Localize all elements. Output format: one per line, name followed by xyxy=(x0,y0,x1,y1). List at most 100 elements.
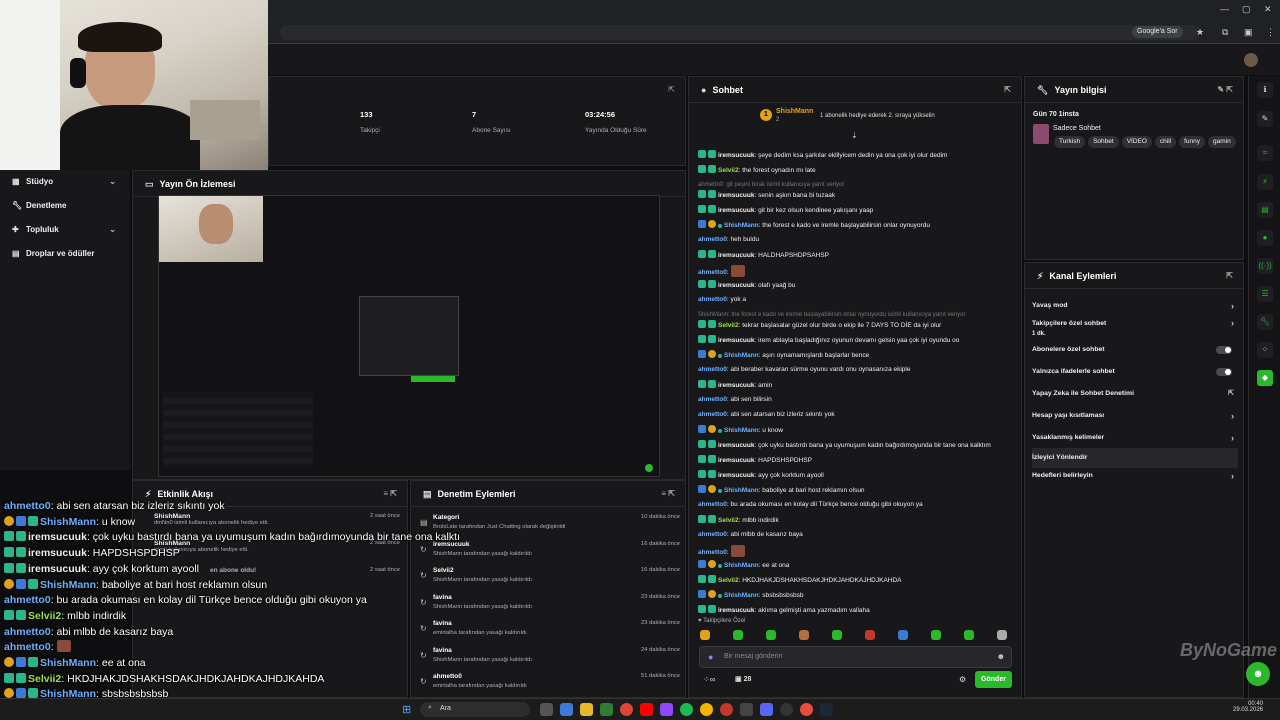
chat-bubble-icon[interactable]: ● xyxy=(1257,230,1273,246)
channel-action-item[interactable]: Yavaş mod › xyxy=(1032,296,1238,316)
extensions-icon[interactable]: ⧉ xyxy=(1222,27,1228,38)
popout-icon[interactable]: ⇱ xyxy=(668,85,675,94)
broadcast-icon[interactable]: ((·)) xyxy=(1257,258,1273,274)
chat-message[interactable]: ahmetto0: xyxy=(698,545,745,558)
chat-message[interactable]: iremsucuuk: HALDHAPSHDPSAHSP xyxy=(698,250,829,261)
bolt-icon[interactable]: ⚡︎ xyxy=(1257,174,1273,190)
pencil-icon[interactable]: ✎ xyxy=(1257,111,1273,127)
green-app-icon[interactable]: ◆ xyxy=(1257,370,1273,386)
chat-username[interactable]: Selvii2 xyxy=(718,517,739,524)
chat-username[interactable]: iremsucuuk xyxy=(718,252,755,259)
nav-item-drops[interactable]: ▤ Droplar ve ödüller xyxy=(0,242,130,266)
chat-message[interactable]: iremsucuuk: aklıma gelmişti ama yazmadım… xyxy=(698,605,870,616)
chrome-alt-icon[interactable] xyxy=(700,703,713,716)
chat-message[interactable]: ShishMann: sbsbsbsbsbsb xyxy=(698,590,804,601)
discord-icon[interactable] xyxy=(760,703,773,716)
app-red2-icon[interactable] xyxy=(800,703,813,716)
chat-username[interactable]: iremsucuuk xyxy=(718,337,755,344)
chat-message[interactable]: iremsucuuk: senin aşkın bana bi tuzaak xyxy=(698,190,835,201)
chat-message[interactable]: Selvii2: the forest oynadın mı late xyxy=(698,165,816,176)
chat-message[interactable]: ShishMann: aşırı oynamamışlardı başlarla… xyxy=(698,350,869,361)
chat-message[interactable]: ahmetto0: abi mlbb de kasarız baya xyxy=(698,530,803,540)
chat-message[interactable]: Selvii2: tekrar başlasalar güzel olur bi… xyxy=(698,320,941,331)
emote-icon[interactable] xyxy=(700,630,710,640)
edge-icon[interactable] xyxy=(560,703,573,716)
chat-message[interactable]: ShishMann: ee at ona xyxy=(698,560,789,571)
stream-tag[interactable]: Turkish xyxy=(1054,136,1086,148)
channel-action-item[interactable]: Hesap yaşı kısıtlaması › xyxy=(1032,406,1238,426)
chat-input[interactable]: ● Bir mesaj gönderin ☻ xyxy=(699,646,1012,668)
channel-points[interactable]: ▣ 28 xyxy=(735,675,751,683)
obs-icon[interactable] xyxy=(780,703,793,716)
emote-icon[interactable] xyxy=(799,630,809,640)
stream-tag[interactable]: funny xyxy=(1179,136,1206,148)
chat-username[interactable]: ShishMann xyxy=(724,222,759,229)
crop-icon[interactable]: ⌗ xyxy=(1257,145,1273,161)
chat-username[interactable]: iremsucuuk xyxy=(718,207,755,214)
task-view-icon[interactable] xyxy=(540,703,553,716)
toggle-switch[interactable] xyxy=(1216,346,1232,354)
chat-username[interactable]: ahmetto0 xyxy=(698,549,727,556)
taskbar-search[interactable]: ⌕ Ara xyxy=(420,702,530,717)
stream-tag[interactable]: VİDEO xyxy=(1121,136,1152,148)
chat-username[interactable]: iremsucuuk xyxy=(718,282,755,289)
apps-icon[interactable]: ⁘ xyxy=(1257,342,1273,358)
emote-icon[interactable] xyxy=(964,630,974,640)
filter-icon[interactable]: ≡ ⇱ xyxy=(383,481,397,507)
filter-icon[interactable]: ≡ ⇱ xyxy=(661,481,675,507)
maximize-button[interactable]: ▢ xyxy=(1242,4,1251,15)
youtube-icon[interactable] xyxy=(640,703,653,716)
browser-menu-icon[interactable]: ⋮ xyxy=(1266,27,1275,38)
chat-username[interactable]: ShishMann xyxy=(724,592,759,599)
chat-username[interactable]: ShishMann xyxy=(724,487,759,494)
tab-search-icon[interactable]: ▣ xyxy=(1244,27,1253,38)
emote-icon[interactable] xyxy=(865,630,875,640)
folder-icon[interactable] xyxy=(580,703,593,716)
chat-username[interactable]: ShishMann xyxy=(724,427,759,434)
microphone-icon[interactable]: ● xyxy=(708,652,713,662)
chat-username[interactable]: iremsucuuk xyxy=(718,382,755,389)
chat-username[interactable]: ahmetto0 xyxy=(698,501,727,508)
chat-username[interactable]: ahmetto0 xyxy=(698,411,727,418)
chat-message[interactable]: ahmetto0: abi beraber kavaran sürme oyun… xyxy=(698,365,910,375)
chat-username[interactable]: iremsucuuk xyxy=(718,457,755,464)
close-window-button[interactable]: ✕ xyxy=(1264,4,1272,15)
wrench-icon[interactable]: 🔧︎ xyxy=(1257,314,1273,330)
google-ask-button[interactable]: Google'a Sor xyxy=(1132,26,1183,38)
channel-action-item[interactable]: Yasaklanmış kelimeler › xyxy=(1032,428,1238,448)
emote-icon[interactable] xyxy=(733,630,743,640)
twitch-icon[interactable] xyxy=(660,703,673,716)
settings-dots-icon[interactable]: ⁘∞ xyxy=(703,675,715,684)
chat-username[interactable]: iremsucuuk xyxy=(718,607,755,614)
chat-message[interactable]: ShishMann: u know xyxy=(698,425,783,436)
document-icon[interactable]: ▤ xyxy=(1257,202,1273,218)
emoji-icon[interactable]: ☻ xyxy=(997,652,1005,661)
channel-action-item[interactable]: Hedefleri belirleyin › xyxy=(1032,466,1238,486)
nav-item-community[interactable]: ✚ Topluluk ⌄ xyxy=(0,218,130,242)
chat-username[interactable]: Selvii2 xyxy=(718,167,739,174)
stream-preview[interactable] xyxy=(158,195,660,477)
mod-action-item[interactable]: ↻ favina ShishMann tarafından yasağı kaldı… xyxy=(420,645,682,671)
steam-icon[interactable] xyxy=(820,703,833,716)
channel-action-item[interactable]: Abonelere özel sohbet xyxy=(1032,340,1238,360)
emote-icon[interactable] xyxy=(832,630,842,640)
bookmark-star-icon[interactable]: ★ xyxy=(1196,27,1204,38)
chat-username[interactable]: ShishMann xyxy=(724,352,759,359)
mod-action-item[interactable]: ↻ Selvii2 ShishMann tarafından yasağı kald… xyxy=(420,565,682,591)
chat-settings-icon[interactable]: ⚙ xyxy=(959,675,966,684)
app-red-icon[interactable] xyxy=(720,703,733,716)
edit-icon[interactable]: ✎ ⇱ xyxy=(1217,77,1233,103)
chat-username[interactable]: Selvii2 xyxy=(718,577,739,584)
pinned-leaderboard[interactable]: 1 ShishMann 2 1 abonelik hediye ederek 2… xyxy=(698,106,1014,140)
popout-icon[interactable]: ⇱ xyxy=(1226,263,1233,289)
chat-message[interactable]: ahmetto0: abi sen bilirsin xyxy=(698,395,772,405)
stream-tag[interactable]: gamin xyxy=(1208,136,1236,148)
popout-icon[interactable]: ⇱ xyxy=(1004,77,1011,103)
channel-action-item[interactable]: Takipçilere özel sohbet 1 dk. › xyxy=(1032,318,1238,338)
chat-reply-context[interactable]: ShishMann: the forest e kado ve iremle b… xyxy=(698,310,965,320)
info-icon[interactable]: ℹ xyxy=(1257,82,1273,98)
chat-message[interactable]: ahmetto0: bu arada okuması en kolay dil … xyxy=(698,500,923,510)
nav-item-studio[interactable]: ▦ Stüdyo ⌄ xyxy=(0,170,130,194)
chat-message[interactable]: iremsucuuk: irem ablayla başladığınız oy… xyxy=(698,335,959,346)
stream-tag[interactable]: chill xyxy=(1154,136,1177,148)
